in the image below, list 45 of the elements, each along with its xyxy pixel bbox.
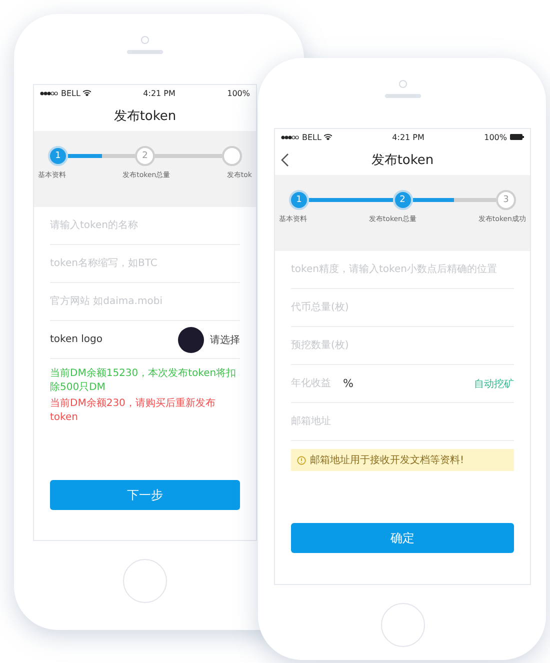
progress-track bbox=[155, 154, 222, 158]
signal-icon bbox=[281, 134, 299, 140]
carrier-name: BELL bbox=[61, 88, 80, 98]
battery-percent: 100% bbox=[227, 88, 250, 98]
speaker-grille bbox=[127, 50, 163, 54]
wifi-icon bbox=[324, 134, 332, 140]
text-field[interactable]: 请输入token的名称 bbox=[50, 214, 240, 238]
speaker-grille bbox=[384, 94, 420, 98]
page-title: 发布token bbox=[114, 108, 176, 125]
carrier-name: BELL bbox=[302, 132, 322, 142]
status-time: 4:21 PM bbox=[143, 88, 176, 98]
wifi-icon bbox=[83, 90, 92, 96]
signal-icon bbox=[40, 90, 58, 96]
balance-message: 当前DM余额230，请购买后重新发布token bbox=[50, 397, 216, 424]
primary-button[interactable]: 确定 bbox=[291, 523, 514, 553]
unit-label: % bbox=[343, 377, 354, 390]
step-circle: 2 bbox=[135, 146, 155, 166]
page-title: 发布token bbox=[371, 152, 434, 169]
front-camera bbox=[398, 80, 406, 88]
info-icon bbox=[297, 456, 306, 464]
step-circle: 1 bbox=[48, 146, 68, 166]
status-time: 4:21 PM bbox=[392, 132, 424, 142]
text-field[interactable]: 邮箱地址 bbox=[291, 410, 514, 434]
text-field[interactable]: token精度，请输入token小数点后精确的位置 bbox=[291, 258, 514, 282]
step-circle: 2 bbox=[392, 190, 412, 210]
back-button[interactable] bbox=[279, 151, 291, 169]
home-button[interactable] bbox=[380, 603, 424, 647]
text-field[interactable]: 代币总量(枚) bbox=[291, 296, 514, 320]
warning-notice: 邮箱地址用于接收开发文档等资料! bbox=[291, 449, 514, 471]
field-label: token logo bbox=[50, 334, 103, 345]
auto-mining-link[interactable]: 自动挖矿 bbox=[474, 376, 514, 390]
battery-icon bbox=[510, 134, 524, 140]
balance-message: 当前DM余额15230，本次发布token将扣除500只DM bbox=[50, 367, 238, 394]
text-field[interactable]: 预挖数量(枚) bbox=[291, 334, 514, 358]
logo-placeholder bbox=[178, 326, 204, 352]
home-button[interactable] bbox=[123, 559, 167, 603]
text-field[interactable]: 年化收益 bbox=[291, 372, 343, 396]
text-field[interactable]: token名称缩写，如BTC bbox=[50, 252, 240, 276]
choose-link[interactable]: 请选择 bbox=[210, 332, 240, 346]
primary-button[interactable]: 下一步 bbox=[50, 480, 240, 510]
front-camera bbox=[141, 36, 149, 44]
step-circle: 3 bbox=[496, 190, 516, 210]
battery-percent: 100% bbox=[484, 132, 507, 142]
text-field[interactable]: 官方网站 如daima.mobi bbox=[50, 290, 240, 314]
step-circle: 1 bbox=[289, 190, 309, 210]
